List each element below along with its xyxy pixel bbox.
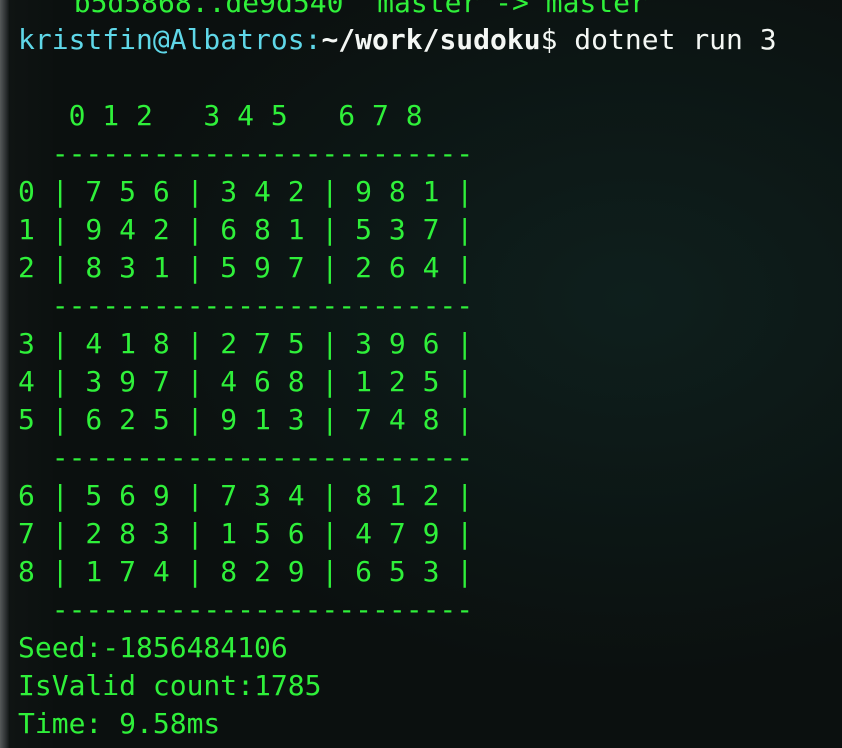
seed-output: Seed:-1856484106 <box>18 631 288 664</box>
prompt-symbol: $ <box>540 23 558 56</box>
grid-separator: ------------------------- <box>18 137 474 170</box>
terminal-window[interactable]: b5d5868..de9d540 master -> master kristf… <box>0 0 842 748</box>
grid-column-header: 0 1 2 3 4 5 6 7 8 <box>18 99 423 132</box>
grid-row: 0 | 7 5 6 | 3 4 2 | 9 8 1 | <box>18 175 474 208</box>
grid-row: 3 | 4 1 8 | 2 7 5 | 3 9 6 | <box>18 327 474 360</box>
time-output: Time: 9.58ms <box>18 707 221 740</box>
grid-row: 6 | 5 6 9 | 7 3 4 | 8 1 2 | <box>18 479 474 512</box>
grid-row: 2 | 8 3 1 | 5 9 7 | 2 6 4 | <box>18 251 474 284</box>
grid-row: 7 | 2 8 3 | 1 5 6 | 4 7 9 | <box>18 517 474 550</box>
isvalid-output: IsValid count:1785 <box>18 669 322 702</box>
window-edge <box>0 0 10 748</box>
grid-separator: ------------------------- <box>18 289 474 322</box>
prompt-user-host: kristfin@Albatros <box>18 23 305 56</box>
prompt-separator: : <box>304 23 322 56</box>
grid-separator: ------------------------- <box>18 441 474 474</box>
prompt-command: dotnet run 3 <box>557 23 777 56</box>
grid-row: 1 | 9 4 2 | 6 8 1 | 5 3 7 | <box>18 213 474 246</box>
grid-row: 4 | 3 9 7 | 4 6 8 | 1 2 5 | <box>18 365 474 398</box>
prompt-line: kristfin@Albatros:~/work/sudoku$ dotnet … <box>18 23 777 57</box>
scrolled-output-line: b5d5868..de9d540 master -> master <box>40 0 647 19</box>
grid-row: 8 | 1 7 4 | 8 2 9 | 6 5 3 | <box>18 555 474 588</box>
grid-separator: ------------------------- <box>18 593 474 626</box>
prompt-path: ~/work/sudoku <box>321 23 541 56</box>
grid-row: 5 | 6 2 5 | 9 1 3 | 7 4 8 | <box>18 403 474 436</box>
